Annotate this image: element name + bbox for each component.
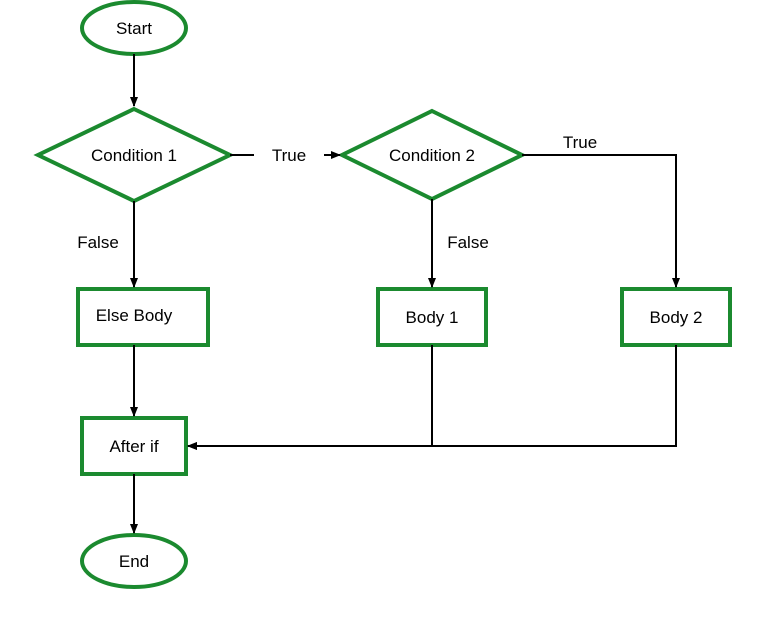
condition-1-node: Condition 1 xyxy=(38,109,230,201)
condition-1-label: Condition 1 xyxy=(91,146,177,165)
edge-condition2-false-label: False xyxy=(447,233,489,252)
start-label: Start xyxy=(116,19,152,38)
body-2-label: Body 2 xyxy=(650,308,703,327)
end-node: End xyxy=(82,535,186,587)
else-body-label: Else Body xyxy=(96,306,173,325)
edge-condition1-true-label: True xyxy=(272,146,306,165)
body-2-node: Body 2 xyxy=(622,289,730,345)
edge-condition1-false-label: False xyxy=(77,233,119,252)
after-if-node: After if xyxy=(82,418,186,474)
edge-condition2-true-label: True xyxy=(563,133,597,152)
edge-body1-to-afterif xyxy=(188,345,432,446)
else-body-node: Else Body xyxy=(78,289,208,345)
end-label: End xyxy=(119,552,149,571)
edge-condition2-true xyxy=(522,155,676,287)
body-1-node: Body 1 xyxy=(378,289,486,345)
body-1-label: Body 1 xyxy=(406,308,459,327)
after-if-label: After if xyxy=(109,437,158,456)
condition-2-node: Condition 2 xyxy=(342,111,522,199)
condition-2-label: Condition 2 xyxy=(389,146,475,165)
start-node: Start xyxy=(82,2,186,54)
